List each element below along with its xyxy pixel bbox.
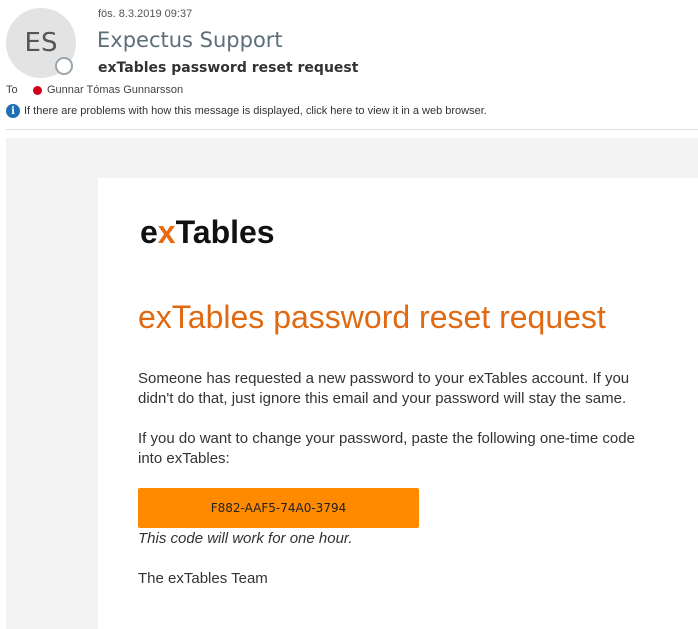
info-message[interactable]: If there are problems with how this mess… [24,105,487,117]
presence-busy-icon [33,85,42,95]
logo-x: x [157,214,176,250]
code-validity-note: This code will work for one hour. [138,530,353,547]
to-label: To [6,84,18,96]
logo-suffix: Tables [175,214,275,250]
info-bar[interactable]: i If there are problems with how this me… [6,104,487,118]
reset-code-box[interactable]: F882-AAF5-74A0-3794 [138,488,419,528]
body-paragraph-2: If you do want to change your password, … [138,430,635,467]
header-divider [6,129,698,130]
message-subject: exTables password reset request [98,60,359,76]
email-headline: exTables password reset request [138,299,606,335]
body-paragraph-1: Someone has requested a new password to … [138,370,630,407]
reset-code[interactable]: F882-AAF5-74A0-3794 [211,501,346,515]
presence-status-icon [55,57,73,75]
avatar-initials: ES [24,28,58,58]
recipient-name[interactable]: Gunnar Tómas Gunnarsson [47,84,183,96]
recipient-row: To Gunnar Tómas Gunnarsson [6,84,183,96]
email-signature: The exTables Team [138,570,268,587]
logo-prefix: e [140,214,158,250]
sender-name[interactable]: Expectus Support [97,28,283,52]
info-icon: i [6,104,20,118]
extables-logo: exTables [140,214,275,251]
message-date: fös. 8.3.2019 09:37 [98,8,193,20]
